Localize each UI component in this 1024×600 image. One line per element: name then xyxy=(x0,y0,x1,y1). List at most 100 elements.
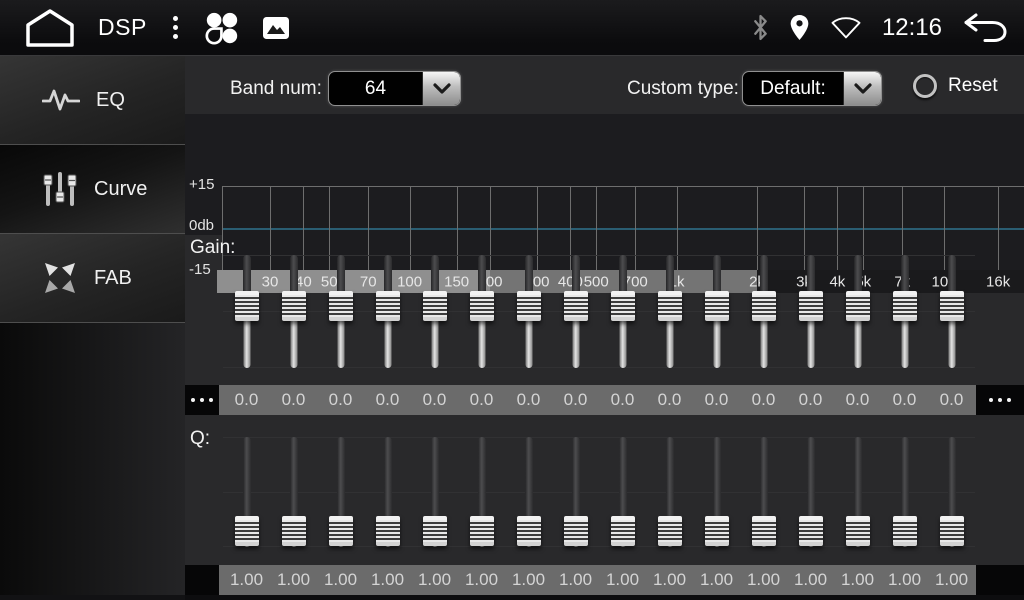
gain-slider-knob[interactable] xyxy=(752,291,776,321)
sidebar-item-curve[interactable]: Curve xyxy=(0,145,185,234)
gain-slider-knob[interactable] xyxy=(282,291,306,321)
q-sliders-row xyxy=(223,437,975,547)
gain-slider-knob[interactable] xyxy=(329,291,353,321)
gain-slider-knob[interactable] xyxy=(799,291,823,321)
q-slider[interactable] xyxy=(740,437,787,547)
q-slider[interactable] xyxy=(223,437,270,547)
gallery-icon[interactable] xyxy=(262,16,290,40)
q-slider[interactable] xyxy=(270,437,317,547)
band-num-dropdown[interactable]: 64 xyxy=(328,71,461,106)
sliders-icon xyxy=(42,171,78,207)
more-vert-icon[interactable] xyxy=(169,16,182,39)
q-value: 1.00 xyxy=(223,565,270,595)
gain-slider-knob[interactable] xyxy=(940,291,964,321)
q-value: 1.00 xyxy=(364,565,411,595)
q-values: 1.001.001.001.001.001.001.001.001.001.00… xyxy=(219,565,976,595)
q-slider[interactable] xyxy=(364,437,411,547)
gain-slider-knob[interactable] xyxy=(846,291,870,321)
sidebar-item-fab[interactable]: FAB xyxy=(0,234,185,323)
q-slider[interactable] xyxy=(505,437,552,547)
gain-slider[interactable] xyxy=(693,255,740,368)
q-value: 1.00 xyxy=(646,565,693,595)
reset-button[interactable]: Reset xyxy=(913,74,998,98)
custom-type-dropdown[interactable]: Default: xyxy=(742,71,882,106)
q-slider[interactable] xyxy=(552,437,599,547)
q-value: 1.00 xyxy=(552,565,599,595)
gain-slider-knob[interactable] xyxy=(564,291,588,321)
gain-slider-knob[interactable] xyxy=(423,291,447,321)
home-icon[interactable] xyxy=(24,8,76,48)
q-slider-knob[interactable] xyxy=(658,516,682,546)
q-slider-knob[interactable] xyxy=(893,516,917,546)
gain-slider[interactable] xyxy=(364,255,411,368)
grid-line xyxy=(998,187,999,270)
sidebar-empty-area xyxy=(0,323,185,595)
eq-curve-graph: +15 0db -15 3040507010015020030040050070… xyxy=(185,114,1024,235)
q-slider[interactable] xyxy=(411,437,458,547)
back-icon[interactable] xyxy=(962,13,1008,43)
q-slider-knob[interactable] xyxy=(705,516,729,546)
gain-slider[interactable] xyxy=(834,255,881,368)
gain-slider[interactable] xyxy=(646,255,693,368)
q-value: 1.00 xyxy=(881,565,928,595)
gain-slider[interactable] xyxy=(505,255,552,368)
gain-slider-knob[interactable] xyxy=(705,291,729,321)
q-slider[interactable] xyxy=(928,437,975,547)
sidebar-item-eq[interactable]: EQ xyxy=(0,56,185,145)
gain-slider-knob[interactable] xyxy=(470,291,494,321)
q-slider[interactable] xyxy=(599,437,646,547)
q-slider[interactable] xyxy=(317,437,364,547)
q-slider[interactable] xyxy=(646,437,693,547)
q-slider-knob[interactable] xyxy=(376,516,400,546)
gain-slider-knob[interactable] xyxy=(893,291,917,321)
gain-slider[interactable] xyxy=(787,255,834,368)
gain-slider[interactable] xyxy=(552,255,599,368)
gain-slider[interactable] xyxy=(458,255,505,368)
q-slider-knob[interactable] xyxy=(235,516,259,546)
gain-values: 0.00.00.00.00.00.00.00.00.00.00.00.00.00… xyxy=(219,385,976,415)
status-bar-left: DSP xyxy=(24,8,290,48)
reset-radio-icon[interactable] xyxy=(913,74,937,98)
q-slider[interactable] xyxy=(787,437,834,547)
gain-value: 0.0 xyxy=(458,385,505,415)
gain-slider[interactable] xyxy=(223,255,270,368)
q-slider[interactable] xyxy=(881,437,928,547)
status-bar-right: 12:16 xyxy=(752,13,1008,43)
apps-icon[interactable] xyxy=(204,10,240,46)
gain-slider[interactable] xyxy=(928,255,975,368)
y-tick-plus15: +15 xyxy=(189,176,221,193)
q-slider-knob[interactable] xyxy=(329,516,353,546)
q-slider-knob[interactable] xyxy=(846,516,870,546)
gain-value: 0.0 xyxy=(505,385,552,415)
q-slider-knob[interactable] xyxy=(282,516,306,546)
q-slider-knob[interactable] xyxy=(517,516,541,546)
q-slider[interactable] xyxy=(458,437,505,547)
q-slider-knob[interactable] xyxy=(799,516,823,546)
q-slider-knob[interactable] xyxy=(423,516,447,546)
q-slider-knob[interactable] xyxy=(611,516,635,546)
gain-slider-knob[interactable] xyxy=(235,291,259,321)
q-slider-knob[interactable] xyxy=(940,516,964,546)
band-num-value: 64 xyxy=(329,72,422,105)
q-slider-knob[interactable] xyxy=(752,516,776,546)
gain-slider-knob[interactable] xyxy=(517,291,541,321)
q-slider[interactable] xyxy=(834,437,881,547)
sidebar-item-label: FAB xyxy=(94,267,132,290)
gain-slider-knob[interactable] xyxy=(376,291,400,321)
q-slider-knob[interactable] xyxy=(564,516,588,546)
gain-value-strip: 0.00.00.00.00.00.00.00.00.00.00.00.00.00… xyxy=(185,385,1024,415)
gain-slider[interactable] xyxy=(740,255,787,368)
gain-more-left-button[interactable] xyxy=(185,385,219,415)
gain-slider[interactable] xyxy=(881,255,928,368)
q-slider-knob[interactable] xyxy=(470,516,494,546)
q-overflow-right xyxy=(976,565,1024,595)
gain-slider[interactable] xyxy=(411,255,458,368)
bluetooth-icon xyxy=(752,14,769,41)
gain-slider-knob[interactable] xyxy=(611,291,635,321)
gain-slider[interactable] xyxy=(270,255,317,368)
gain-more-right-button[interactable] xyxy=(976,385,1024,415)
gain-slider[interactable] xyxy=(599,255,646,368)
gain-slider-knob[interactable] xyxy=(658,291,682,321)
gain-slider[interactable] xyxy=(317,255,364,368)
q-slider[interactable] xyxy=(693,437,740,547)
